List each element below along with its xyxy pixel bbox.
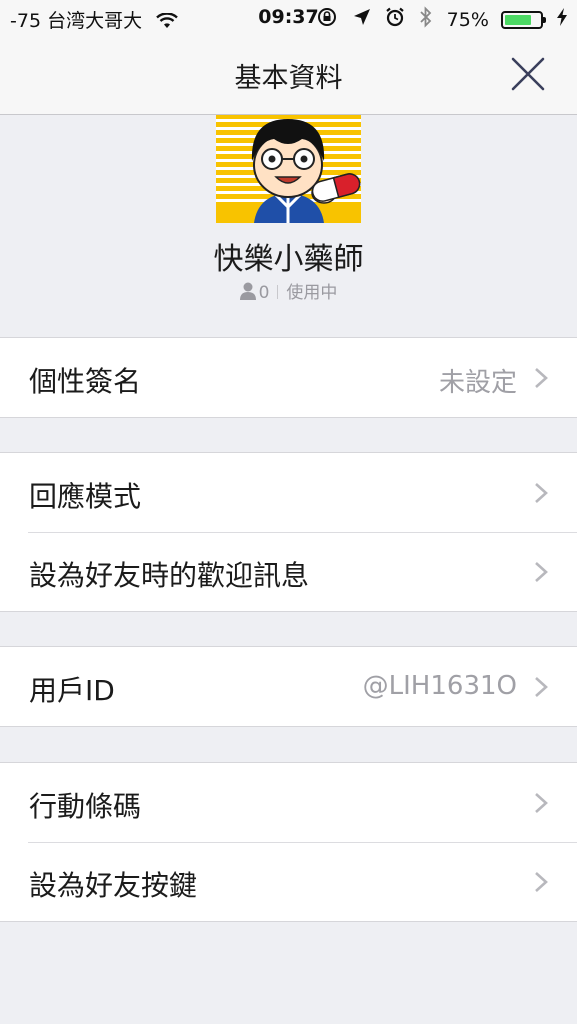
bluetooth-icon — [419, 6, 433, 33]
battery-percent: 75% — [446, 8, 489, 31]
profile-name: 快樂小藥師 — [213, 242, 364, 277]
chevron-right-icon — [535, 368, 548, 388]
row-status-message[interactable]: 個性簽名 未設定 — [0, 338, 577, 417]
rotation-lock-icon — [316, 7, 338, 32]
chevron-right-icon — [535, 872, 548, 892]
row-label: 用戶ID — [29, 674, 115, 707]
battery-icon — [500, 10, 546, 29]
settings-group-signature: 個性簽名 未設定 — [0, 337, 577, 418]
settings-group-share: 行動條碼 設為好友按鍵 — [0, 762, 577, 922]
status-bar-right: 75% — [316, 6, 567, 33]
friend-count: 0 — [258, 283, 270, 303]
profile-meta: 0 使用中 — [0, 278, 577, 305]
row-welcome-message[interactable]: 設為好友時的歡迎訊息 — [0, 532, 577, 611]
row-user-id[interactable]: 用戶ID @LIH1631O — [0, 647, 577, 726]
settings-group-user-id: 用戶ID @LIH1631O — [0, 646, 577, 727]
battery-nub — [542, 16, 546, 23]
row-label: 設為好友時的歡迎訊息 — [29, 559, 310, 592]
row-add-friend-button[interactable]: 設為好友按鍵 — [0, 842, 577, 921]
close-icon — [511, 57, 545, 91]
chevron-right-icon — [535, 677, 548, 697]
page-title: 基本資料 — [234, 63, 343, 94]
settings-group-response: 回應模式 設為好友時的歡迎訊息 — [0, 452, 577, 612]
row-value: @LIH1631O — [362, 671, 517, 701]
row-label: 回應模式 — [29, 480, 142, 513]
close-button[interactable] — [508, 54, 548, 94]
profile-status: 使用中 — [286, 283, 338, 303]
row-label: 行動條碼 — [29, 790, 142, 823]
person-icon — [239, 282, 256, 305]
meta-divider — [277, 285, 279, 299]
alarm-icon — [385, 7, 405, 32]
nav-bar: 基本資料 — [0, 36, 577, 115]
row-response-mode[interactable]: 回應模式 — [0, 453, 577, 532]
location-arrow-icon — [353, 8, 371, 31]
chevron-right-icon — [535, 483, 548, 503]
row-label: 設為好友按鍵 — [29, 869, 198, 902]
battery-fill — [504, 14, 531, 25]
row-value: 未設定 — [438, 368, 517, 398]
chevron-right-icon — [535, 793, 548, 813]
row-label: 個性簽名 — [29, 365, 142, 398]
profile-header: 快樂小藥師 0 使用中 — [0, 115, 577, 337]
status-bar: -75 台湾大哥大 09:37 75% — [0, 0, 577, 36]
chevron-right-icon — [535, 562, 548, 582]
avatar[interactable] — [216, 115, 361, 223]
charging-bolt-icon — [557, 8, 567, 31]
row-qr-code[interactable]: 行動條碼 — [0, 763, 577, 842]
